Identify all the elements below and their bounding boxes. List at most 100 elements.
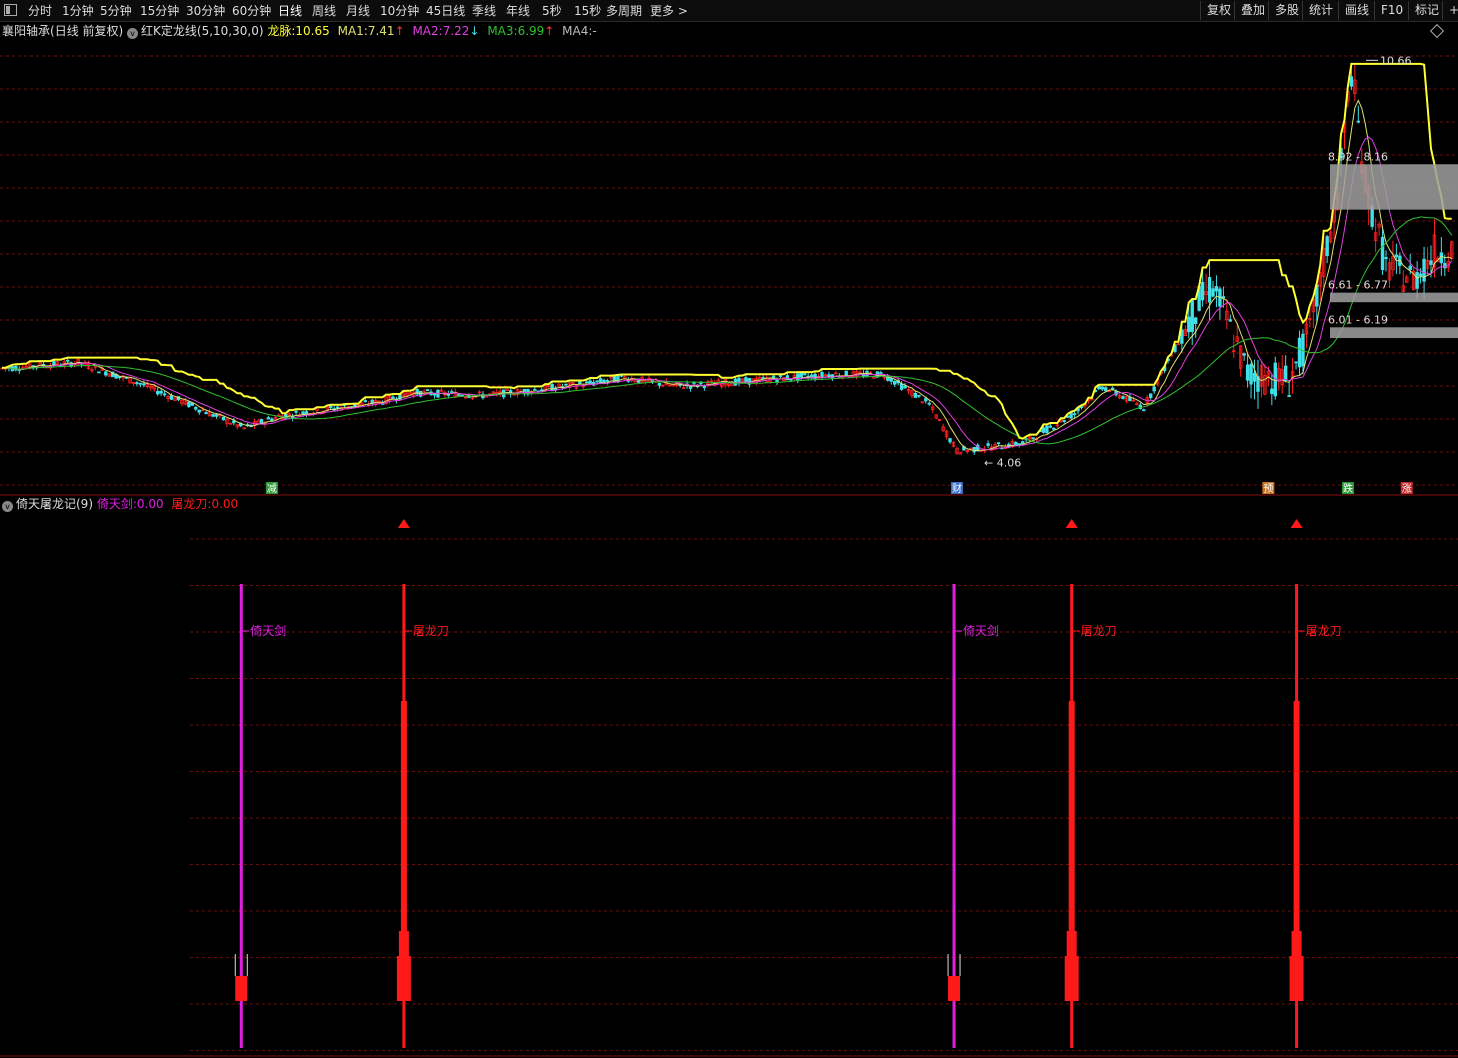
signal-up-triangle-icon xyxy=(1065,519,1078,528)
candle-down xyxy=(1048,425,1053,428)
candle-down xyxy=(1072,413,1077,416)
toolbar-button-0[interactable]: 复权 xyxy=(1200,1,1237,20)
toolbar-button-2[interactable]: 多股 xyxy=(1268,1,1305,20)
candle-down xyxy=(595,380,599,383)
candle-down xyxy=(1294,361,1298,364)
toolbar-button-1[interactable]: 叠加 xyxy=(1234,1,1271,20)
candle-down xyxy=(169,395,174,400)
candle-down xyxy=(1052,427,1056,430)
candle-down xyxy=(605,380,610,382)
window-toggle-icon[interactable] xyxy=(4,4,17,16)
period-tab-10[interactable]: 45日线 xyxy=(426,3,465,20)
zone-label: 6.61 - 6.77 xyxy=(1328,279,1388,292)
candle-down xyxy=(66,359,70,362)
candle-down xyxy=(197,409,201,413)
period-tab-6[interactable]: 日线 xyxy=(278,3,302,20)
candle-down xyxy=(294,410,298,413)
low-price-label: ← 4.06 xyxy=(984,457,1021,470)
period-tab-4[interactable]: 30分钟 xyxy=(186,3,225,20)
candle-down xyxy=(1422,258,1426,282)
candle-down xyxy=(1245,364,1250,381)
period-tab-2[interactable]: 5分钟 xyxy=(100,3,132,20)
signal-label: 屠龙刀 xyxy=(1081,624,1117,638)
candle-down xyxy=(1415,272,1419,289)
signal-body-base xyxy=(1289,956,1304,1001)
period-tab-0[interactable]: 分时 xyxy=(28,3,52,20)
candle-down xyxy=(1211,288,1215,297)
candle-down xyxy=(187,401,191,408)
candle-down xyxy=(457,394,461,396)
candle-down xyxy=(889,378,893,382)
candle-down xyxy=(588,380,592,384)
candle-down xyxy=(142,383,146,386)
price-zone xyxy=(1330,292,1458,303)
toolbar-button-6[interactable]: 标记 xyxy=(1408,1,1445,20)
signal-body-base xyxy=(1064,956,1079,1001)
candle-down xyxy=(844,370,848,377)
candle-down xyxy=(917,394,921,397)
candle-down xyxy=(799,373,803,378)
candle-down xyxy=(117,376,122,379)
toolbar-button-3[interactable]: 统计 xyxy=(1302,1,1339,20)
candle-down xyxy=(1408,265,1412,271)
candle-down xyxy=(927,402,931,405)
high-price-label: 10.66 xyxy=(1380,54,1412,67)
candle-down xyxy=(1394,254,1399,258)
candle-down xyxy=(1097,385,1101,390)
candle-down xyxy=(533,389,537,391)
candle-down xyxy=(1249,364,1253,385)
event-tag-text: 减 xyxy=(267,483,277,495)
signal-body-base xyxy=(396,956,411,1001)
toolbar-button-7[interactable]: +自 xyxy=(1442,1,1458,20)
ma2-line xyxy=(2,136,1453,451)
signal-label: 倚天剑 xyxy=(963,623,999,638)
ma3-line xyxy=(2,216,1453,445)
more-periods-button[interactable]: 更多 > xyxy=(650,3,688,20)
candle-down xyxy=(1069,412,1073,419)
signal-label: 屠龙刀 xyxy=(1306,624,1342,638)
candle-down xyxy=(1041,427,1046,433)
candle-down xyxy=(1045,425,1049,434)
candle-down xyxy=(1297,337,1302,368)
candle-down xyxy=(744,377,748,383)
event-tag-text: 跌 xyxy=(1343,482,1353,495)
signal-indicator-chart[interactable]: 倚天剑 屠龙刀 倚天剑 屠龙刀 屠龙刀 xyxy=(0,496,1458,1058)
period-tab-15[interactable]: 多周期 xyxy=(606,3,642,20)
candle-down xyxy=(598,378,603,383)
candle-down xyxy=(585,381,589,384)
candle-down xyxy=(820,371,824,378)
period-tab-14[interactable]: 15秒 xyxy=(574,3,601,20)
candlestick-chart[interactable]: 8.92 - 8.16 6.61 - 6.77 6.01 - 6.19 10.66 ← … xyxy=(0,36,1458,496)
candle-down xyxy=(1242,353,1246,356)
period-tab-9[interactable]: 10分钟 xyxy=(380,3,419,20)
candle-down xyxy=(1194,317,1198,325)
candle-down xyxy=(1062,420,1066,422)
candle-down xyxy=(892,381,897,385)
period-tab-8[interactable]: 月线 xyxy=(346,3,370,20)
period-tab-11[interactable]: 季线 xyxy=(472,3,496,20)
period-toolbar: 分时 1分钟 5分钟 15分钟 30分钟 60分钟 日线 周线 月线 10分钟 45日线 季线 年线 5秒… xyxy=(0,0,1458,22)
period-tab-5[interactable]: 60分钟 xyxy=(232,3,271,20)
ma1-line xyxy=(2,99,1452,452)
period-tab-7[interactable]: 周线 xyxy=(312,3,336,20)
period-tab-1[interactable]: 1分钟 xyxy=(62,3,94,20)
candle-down xyxy=(266,417,271,420)
period-tab-12[interactable]: 年线 xyxy=(506,3,530,20)
candle-down xyxy=(602,379,606,384)
candle-down xyxy=(924,398,928,402)
period-tab-3[interactable]: 15分钟 xyxy=(140,3,179,20)
candle-down xyxy=(1100,386,1104,390)
candle-down xyxy=(1325,236,1329,257)
signal-label: 倚天剑 xyxy=(250,623,286,638)
price-zone xyxy=(1330,164,1458,210)
candle-down xyxy=(1380,236,1385,271)
candle-down xyxy=(1418,273,1423,276)
period-tab-13[interactable]: 5秒 xyxy=(542,3,562,20)
candle-down xyxy=(986,443,990,446)
candle-down xyxy=(162,393,167,396)
toolbar-button-5[interactable]: F10 xyxy=(1374,1,1409,20)
candle-down xyxy=(778,375,783,377)
candle-down xyxy=(214,414,219,417)
candle-down xyxy=(1214,286,1219,292)
toolbar-button-4[interactable]: 画线 xyxy=(1338,1,1375,20)
